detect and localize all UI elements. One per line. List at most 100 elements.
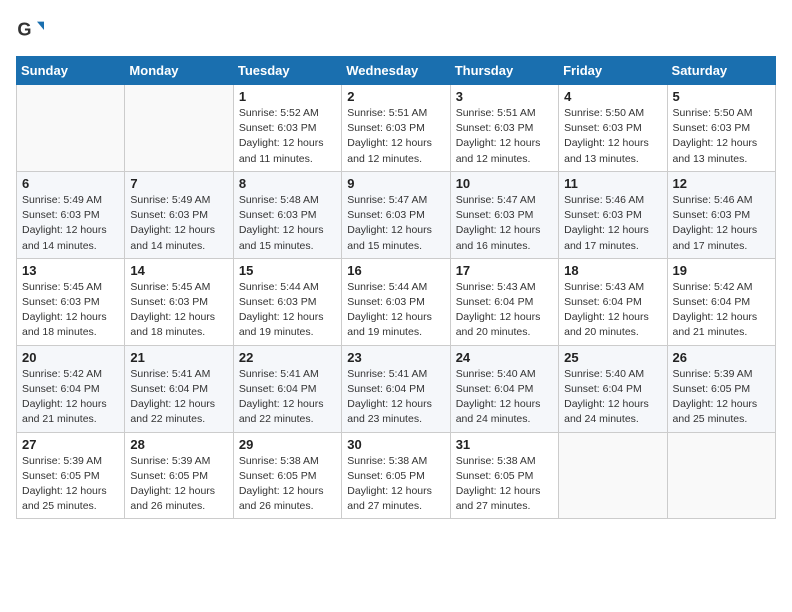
weekday-header-friday: Friday <box>559 57 667 85</box>
calendar-cell: 4 Sunrise: 5:50 AM Sunset: 6:03 PM Daylig… <box>559 85 667 172</box>
day-number: 1 <box>239 89 336 104</box>
day-detail: Sunrise: 5:47 AM Sunset: 6:03 PM Dayligh… <box>456 193 553 254</box>
calendar-cell <box>17 85 125 172</box>
day-number: 13 <box>22 263 119 278</box>
calendar-cell: 19Sunrise: 5:42 AM Sunset: 6:04 PM Dayli… <box>667 258 775 345</box>
calendar-cell: 27Sunrise: 5:39 AM Sunset: 6:05 PM Dayli… <box>17 432 125 519</box>
calendar-cell: 24 Sunrise: 5:40 AM Sunset: 6:04 PM Dayli… <box>450 345 558 432</box>
weekday-header-saturday: Saturday <box>667 57 775 85</box>
calendar-cell: 13 Sunrise: 5:45 AM Sunset: 6:03 PM Dayli… <box>17 258 125 345</box>
day-number: 9 <box>347 176 444 191</box>
day-detail: Sunrise: 5:39 AM Sunset: 6:05 PM Dayligh… <box>673 367 770 428</box>
calendar-cell: 21 Sunrise: 5:41 AM Sunset: 6:04 PM Dayli… <box>125 345 233 432</box>
calendar-cell: 23Sunrise: 5:41 AM Sunset: 6:04 PM Dayli… <box>342 345 450 432</box>
day-detail: Sunrise: 5:51 AM Sunset: 6:03 PM Dayligh… <box>456 106 553 167</box>
day-detail: Sunrise: 5:50 AM Sunset: 6:03 PM Dayligh… <box>673 106 770 167</box>
weekday-header-wednesday: Wednesday <box>342 57 450 85</box>
day-detail: Sunrise: 5:40 AM Sunset: 6:04 PM Dayligh… <box>564 367 661 428</box>
calendar-cell: 26 Sunrise: 5:39 AM Sunset: 6:05 PM Dayli… <box>667 345 775 432</box>
calendar-cell: 7Sunrise: 5:49 AM Sunset: 6:03 PM Daylig… <box>125 171 233 258</box>
day-number: 7 <box>130 176 227 191</box>
calendar-cell: 8 Sunrise: 5:48 AM Sunset: 6:03 PM Daylig… <box>233 171 341 258</box>
day-detail: Sunrise: 5:52 AM Sunset: 6:03 PM Dayligh… <box>239 106 336 167</box>
day-number: 15 <box>239 263 336 278</box>
day-detail: Sunrise: 5:38 AM Sunset: 6:05 PM Dayligh… <box>456 454 553 515</box>
calendar-week-row: 13 Sunrise: 5:45 AM Sunset: 6:03 PM Dayli… <box>17 258 776 345</box>
day-number: 5 <box>673 89 770 104</box>
calendar-week-row: 1 Sunrise: 5:52 AM Sunset: 6:03 PM Daylig… <box>17 85 776 172</box>
day-detail: Sunrise: 5:43 AM Sunset: 6:04 PM Dayligh… <box>456 280 553 341</box>
calendar-cell: 31 Sunrise: 5:38 AM Sunset: 6:05 PM Dayli… <box>450 432 558 519</box>
day-number: 26 <box>673 350 770 365</box>
calendar-cell: 11 Sunrise: 5:46 AM Sunset: 6:03 PM Dayli… <box>559 171 667 258</box>
weekday-header-sunday: Sunday <box>17 57 125 85</box>
day-number: 23 <box>347 350 444 365</box>
day-number: 24 <box>456 350 553 365</box>
calendar-week-row: 20 Sunrise: 5:42 AM Sunset: 6:04 PM Dayli… <box>17 345 776 432</box>
day-number: 14 <box>130 263 227 278</box>
calendar-cell: 30Sunrise: 5:38 AM Sunset: 6:05 PM Dayli… <box>342 432 450 519</box>
day-detail: Sunrise: 5:45 AM Sunset: 6:03 PM Dayligh… <box>22 280 119 341</box>
calendar-week-row: 6Sunrise: 5:49 AM Sunset: 6:03 PM Daylig… <box>17 171 776 258</box>
day-detail: Sunrise: 5:42 AM Sunset: 6:04 PM Dayligh… <box>22 367 119 428</box>
page-header: G <box>16 16 776 44</box>
calendar-cell: 20 Sunrise: 5:42 AM Sunset: 6:04 PM Dayli… <box>17 345 125 432</box>
weekday-header-tuesday: Tuesday <box>233 57 341 85</box>
day-detail: Sunrise: 5:38 AM Sunset: 6:05 PM Dayligh… <box>347 454 444 515</box>
calendar-cell: 16Sunrise: 5:44 AM Sunset: 6:03 PM Dayli… <box>342 258 450 345</box>
calendar-week-row: 27Sunrise: 5:39 AM Sunset: 6:05 PM Dayli… <box>17 432 776 519</box>
day-detail: Sunrise: 5:43 AM Sunset: 6:04 PM Dayligh… <box>564 280 661 341</box>
day-detail: Sunrise: 5:38 AM Sunset: 6:05 PM Dayligh… <box>239 454 336 515</box>
day-number: 8 <box>239 176 336 191</box>
day-number: 12 <box>673 176 770 191</box>
day-detail: Sunrise: 5:44 AM Sunset: 6:03 PM Dayligh… <box>347 280 444 341</box>
day-number: 11 <box>564 176 661 191</box>
day-number: 22 <box>239 350 336 365</box>
calendar-cell: 10 Sunrise: 5:47 AM Sunset: 6:03 PM Dayli… <box>450 171 558 258</box>
day-detail: Sunrise: 5:51 AM Sunset: 6:03 PM Dayligh… <box>347 106 444 167</box>
day-number: 25 <box>564 350 661 365</box>
day-number: 2 <box>347 89 444 104</box>
calendar-cell: 3 Sunrise: 5:51 AM Sunset: 6:03 PM Daylig… <box>450 85 558 172</box>
day-detail: Sunrise: 5:39 AM Sunset: 6:05 PM Dayligh… <box>22 454 119 515</box>
logo-icon: G <box>16 16 44 44</box>
calendar-cell: 17 Sunrise: 5:43 AM Sunset: 6:04 PM Dayli… <box>450 258 558 345</box>
calendar-cell <box>667 432 775 519</box>
calendar-cell: 22Sunrise: 5:41 AM Sunset: 6:04 PM Dayli… <box>233 345 341 432</box>
day-number: 31 <box>456 437 553 452</box>
day-number: 18 <box>564 263 661 278</box>
calendar-cell: 9 Sunrise: 5:47 AM Sunset: 6:03 PM Daylig… <box>342 171 450 258</box>
day-detail: Sunrise: 5:41 AM Sunset: 6:04 PM Dayligh… <box>130 367 227 428</box>
day-detail: Sunrise: 5:46 AM Sunset: 6:03 PM Dayligh… <box>564 193 661 254</box>
weekday-header-thursday: Thursday <box>450 57 558 85</box>
day-number: 17 <box>456 263 553 278</box>
day-detail: Sunrise: 5:47 AM Sunset: 6:03 PM Dayligh… <box>347 193 444 254</box>
calendar-cell: 1 Sunrise: 5:52 AM Sunset: 6:03 PM Daylig… <box>233 85 341 172</box>
svg-text:G: G <box>17 20 31 40</box>
calendar-cell: 28Sunrise: 5:39 AM Sunset: 6:05 PM Dayli… <box>125 432 233 519</box>
calendar-cell: 12 Sunrise: 5:46 AM Sunset: 6:03 PM Dayli… <box>667 171 775 258</box>
day-detail: Sunrise: 5:48 AM Sunset: 6:03 PM Dayligh… <box>239 193 336 254</box>
calendar-table: SundayMondayTuesdayWednesdayThursdayFrid… <box>16 56 776 519</box>
day-detail: Sunrise: 5:46 AM Sunset: 6:03 PM Dayligh… <box>673 193 770 254</box>
day-detail: Sunrise: 5:40 AM Sunset: 6:04 PM Dayligh… <box>456 367 553 428</box>
calendar-cell: 18 Sunrise: 5:43 AM Sunset: 6:04 PM Dayli… <box>559 258 667 345</box>
calendar-cell: 2 Sunrise: 5:51 AM Sunset: 6:03 PM Daylig… <box>342 85 450 172</box>
day-number: 29 <box>239 437 336 452</box>
day-detail: Sunrise: 5:44 AM Sunset: 6:03 PM Dayligh… <box>239 280 336 341</box>
day-detail: Sunrise: 5:50 AM Sunset: 6:03 PM Dayligh… <box>564 106 661 167</box>
logo: G <box>16 16 48 44</box>
calendar-cell <box>125 85 233 172</box>
day-number: 20 <box>22 350 119 365</box>
day-number: 10 <box>456 176 553 191</box>
day-number: 4 <box>564 89 661 104</box>
day-number: 19 <box>673 263 770 278</box>
day-number: 3 <box>456 89 553 104</box>
day-number: 28 <box>130 437 227 452</box>
day-number: 6 <box>22 176 119 191</box>
calendar-cell: 15 Sunrise: 5:44 AM Sunset: 6:03 PM Dayli… <box>233 258 341 345</box>
calendar-cell: 29 Sunrise: 5:38 AM Sunset: 6:05 PM Dayli… <box>233 432 341 519</box>
calendar-cell: 25 Sunrise: 5:40 AM Sunset: 6:04 PM Dayli… <box>559 345 667 432</box>
day-number: 21 <box>130 350 227 365</box>
day-detail: Sunrise: 5:45 AM Sunset: 6:03 PM Dayligh… <box>130 280 227 341</box>
